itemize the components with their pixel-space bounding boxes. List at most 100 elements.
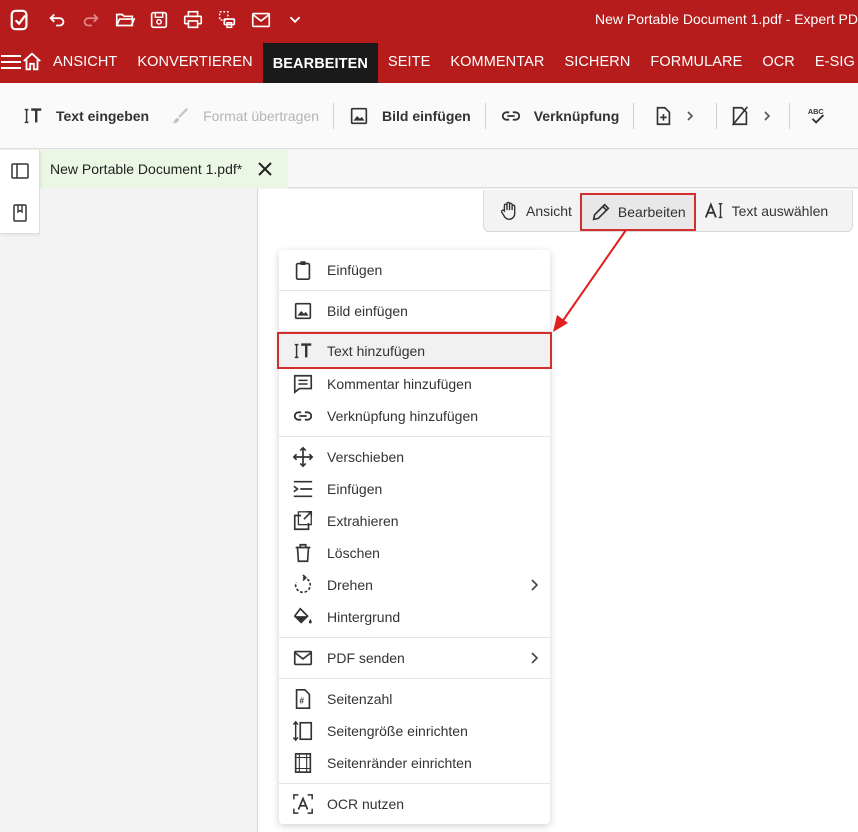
menu-item-page-number[interactable]: # Seitenzahl bbox=[279, 683, 550, 715]
menu-ocr[interactable]: OCR bbox=[752, 40, 805, 83]
menu-item-label: Seitengröße einrichten bbox=[327, 723, 468, 739]
menu-sichern[interactable]: SICHERN bbox=[554, 40, 640, 83]
insert-space-icon bbox=[279, 473, 327, 505]
thumbnail-area bbox=[40, 189, 257, 832]
menu-item-add-link[interactable]: Verknüpfung hinzufügen bbox=[279, 400, 550, 432]
link-label: Verknüpfung bbox=[533, 107, 620, 124]
menu-item-add-comment[interactable]: Kommentar hinzufügen bbox=[279, 368, 550, 400]
close-icon[interactable] bbox=[256, 160, 274, 178]
mode-edit-button[interactable]: Bearbeiten bbox=[579, 192, 696, 231]
text-select-icon bbox=[704, 201, 722, 218]
home-icon[interactable] bbox=[21, 40, 43, 83]
chevron-down-icon[interactable] bbox=[278, 0, 312, 40]
spellcheck-icon: ABC bbox=[808, 107, 825, 124]
spellcheck-button[interactable]: ABC bbox=[794, 96, 828, 136]
format-transfer-label: Format übertragen bbox=[203, 107, 320, 124]
text-cursor-icon bbox=[279, 335, 327, 367]
document-tab[interactable]: New Portable Document 1.pdf* bbox=[40, 150, 288, 188]
undo-icon[interactable] bbox=[40, 0, 74, 40]
ribbon-menu-bar: ANSICHT KONVERTIEREN BEARBEITEN SEITE KO… bbox=[0, 40, 858, 83]
no-page-icon bbox=[732, 105, 749, 126]
menu-item-use-ocr[interactable]: OCR nutzen bbox=[279, 788, 550, 820]
menu-item-label: Extrahieren bbox=[327, 513, 399, 529]
redo-icon[interactable] bbox=[74, 0, 108, 40]
app-logo-icon bbox=[0, 0, 40, 40]
trash-icon bbox=[279, 537, 327, 569]
mode-select-text-button[interactable]: Text auswählen bbox=[696, 193, 837, 229]
menu-formulare[interactable]: FORMULARE bbox=[640, 40, 752, 83]
chevron-right-icon bbox=[531, 579, 539, 591]
format-transfer-button[interactable]: Format übertragen bbox=[159, 96, 329, 136]
open-folder-icon[interactable] bbox=[108, 0, 142, 40]
menu-item-add-text[interactable]: Text hinzufügen bbox=[277, 332, 552, 369]
edit-toolbar: Text eingeben Format übertragen Bild ein… bbox=[0, 83, 858, 149]
menu-item-delete[interactable]: Löschen bbox=[279, 537, 550, 569]
mode-view-label: Ansicht bbox=[526, 202, 572, 219]
rotate-icon bbox=[279, 569, 327, 601]
toolbar-divider bbox=[789, 102, 791, 129]
text-input-button[interactable]: Text eingeben bbox=[12, 96, 159, 136]
scan-icon[interactable] bbox=[210, 0, 244, 40]
ocr-icon bbox=[279, 788, 327, 820]
hamburger-menu-icon[interactable] bbox=[1, 40, 21, 83]
image-icon bbox=[279, 295, 327, 327]
menu-bearbeiten[interactable]: BEARBEITEN bbox=[262, 43, 378, 83]
email-icon[interactable] bbox=[244, 0, 278, 40]
chevron-right-icon[interactable] bbox=[759, 108, 775, 124]
menu-item-label: Hintergrund bbox=[327, 609, 401, 625]
chevron-right-icon[interactable] bbox=[682, 108, 698, 124]
menu-ansicht[interactable]: ANSICHT bbox=[43, 40, 127, 83]
comment-icon bbox=[279, 368, 327, 400]
document-tab-bar: New Portable Document 1.pdf* bbox=[0, 150, 858, 188]
hand-icon bbox=[500, 201, 516, 220]
mode-edit-label: Bearbeiten bbox=[617, 203, 686, 220]
menu-e-signatur[interactable]: E-SIG bbox=[805, 40, 858, 83]
pencil-icon bbox=[592, 202, 610, 220]
toolbar-divider bbox=[633, 102, 635, 129]
move-icon bbox=[279, 441, 327, 473]
menu-item-label: OCR nutzen bbox=[327, 796, 405, 812]
link-button[interactable]: Verknüpfung bbox=[490, 96, 630, 136]
context-menu: Einfügen Bild einfügen Text hinzufügen K… bbox=[277, 250, 552, 824]
menu-item-label: Einfügen bbox=[327, 481, 383, 497]
insert-image-button[interactable]: Bild einfügen bbox=[338, 96, 481, 136]
menu-item-label: Verknüpfung hinzufügen bbox=[327, 408, 479, 424]
menu-item-label: Seitenzahl bbox=[327, 691, 393, 707]
menu-item-background[interactable]: Hintergrund bbox=[279, 601, 550, 633]
menu-item-rotate[interactable]: Drehen bbox=[279, 569, 550, 601]
bookmark-icon[interactable] bbox=[0, 192, 40, 234]
print-icon[interactable] bbox=[176, 0, 210, 40]
sidebar-toggle-icon[interactable] bbox=[0, 150, 40, 192]
brush-icon bbox=[172, 107, 189, 123]
insert-image-label: Bild einfügen bbox=[382, 107, 471, 124]
delete-page-button[interactable] bbox=[721, 96, 755, 136]
insert-page-button[interactable] bbox=[638, 96, 678, 136]
toolbar-divider bbox=[716, 102, 718, 129]
menu-item-insert-image[interactable]: Bild einfügen bbox=[279, 295, 550, 327]
title-bar: New Portable Document 1.pdf - Expert PD bbox=[0, 0, 858, 40]
extract-icon bbox=[279, 505, 327, 537]
menu-item-page-margins[interactable]: Seitenränder einrichten bbox=[279, 747, 550, 779]
menu-item-page-size[interactable]: Seitengröße einrichten bbox=[279, 715, 550, 747]
mode-view-button[interactable]: Ansicht bbox=[490, 193, 580, 229]
menu-kommentar[interactable]: KOMMENTAR bbox=[440, 40, 554, 83]
menu-divider bbox=[279, 783, 550, 784]
clipboard-icon bbox=[279, 254, 327, 286]
window-title: New Portable Document 1.pdf - Expert PD bbox=[594, 11, 858, 27]
menu-item-insert-space[interactable]: Einfügen bbox=[279, 473, 550, 505]
menu-item-send-pdf[interactable]: PDF senden bbox=[279, 642, 550, 674]
menu-konvertieren[interactable]: KONVERTIEREN bbox=[127, 40, 262, 83]
menu-item-label: PDF senden bbox=[327, 650, 405, 666]
mode-select-text-label: Text auswählen bbox=[731, 202, 829, 219]
side-panel bbox=[0, 150, 40, 234]
menu-divider bbox=[279, 290, 550, 291]
menu-seite[interactable]: SEITE bbox=[378, 40, 440, 83]
menu-item-move[interactable]: Verschieben bbox=[279, 441, 550, 473]
link-icon bbox=[501, 110, 520, 121]
save-icon[interactable] bbox=[142, 0, 176, 40]
menu-item-paste[interactable]: Einfügen bbox=[279, 254, 550, 286]
menu-item-extract[interactable]: Extrahieren bbox=[279, 505, 550, 537]
menu-item-label: Kommentar hinzufügen bbox=[327, 376, 472, 392]
image-icon bbox=[350, 107, 368, 124]
menu-item-label: Einfügen bbox=[327, 262, 383, 278]
